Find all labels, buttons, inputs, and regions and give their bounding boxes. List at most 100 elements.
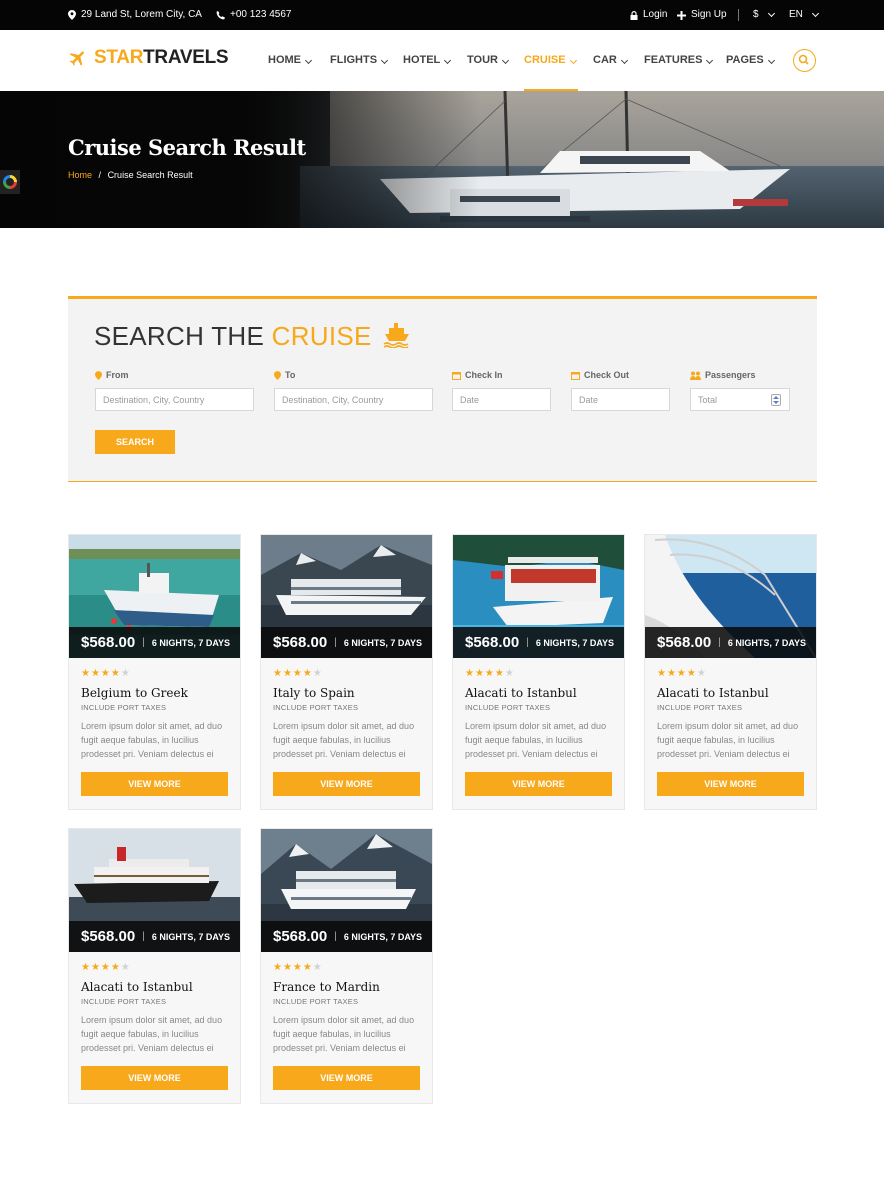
cruise-description: Lorem ipsum dolor sit amet, ad duo fugit… [465,721,607,759]
passengers-label: Passengers [690,370,756,380]
to-label: To [274,370,295,380]
cruise-title[interactable]: Alacati to Istanbul [657,686,769,700]
cruise-title[interactable]: Alacati to Istanbul [81,980,193,994]
duration: 6 NIGHTS, 7 DAYS [343,637,423,648]
price-bar: $568.00 | 6 NIGHTS, 7 DAYS [69,921,240,952]
breadcrumb-home[interactable]: Home [68,170,92,180]
nav-label: FLIGHTS [330,54,378,66]
view-more-button[interactable]: VIEW MORE [81,1066,228,1090]
language-dropdown[interactable]: EN [789,0,819,30]
from-label-text: From [106,370,129,380]
breadcrumb: Home / Cruise Search Result [68,170,193,180]
chevron-down-icon [767,9,775,18]
checkout-input[interactable] [571,388,670,411]
search-title-part2: CRUISE [271,321,372,351]
signup-link[interactable]: Sign Up [677,0,727,30]
map-pin-icon [274,370,281,380]
price-bar: $568.00 | 6 NIGHTS, 7 DAYS [645,627,816,658]
cruise-title[interactable]: Alacati to Istanbul [465,686,577,700]
to-input[interactable] [274,388,433,411]
price: $568.00 [81,928,136,945]
airplane-icon [69,51,84,66]
duration: 6 NIGHTS, 7 DAYS [151,931,231,942]
star-rating: ★★★★★ [657,668,707,679]
checkin-input[interactable] [452,388,551,411]
brand-logo[interactable]: STARTRAVELS [68,47,229,69]
nav-features[interactable]: FEATURES [644,30,714,91]
nav-label: CAR [593,54,617,66]
nav-home[interactable]: HOME [268,30,313,91]
cruise-description: Lorem ipsum dolor sit amet, ad duo fugit… [273,1015,415,1053]
duration: 6 NIGHTS, 7 DAYS [535,637,615,648]
signup-label: Sign Up [691,9,727,20]
star-filled-icon: ★★★★ [465,668,505,679]
price: $568.00 [273,634,328,651]
chevron-down-icon [811,9,819,18]
duration: 6 NIGHTS, 7 DAYS [727,637,807,648]
cruise-title[interactable]: Belgium to Greek [81,686,188,700]
search-button[interactable]: SEARCH [95,430,175,454]
lock-icon [630,10,638,20]
price-divider: | [142,637,145,648]
view-more-button[interactable]: VIEW MORE [273,1066,420,1090]
language-label: EN [789,9,803,20]
cruise-card: $568.00 | 6 NIGHTS, 7 DAYS ★★★★★ Alacati… [452,534,625,810]
cruise-title[interactable]: France to Mardin [273,980,380,994]
price-divider: | [334,637,337,648]
nav-label: HOME [268,54,301,66]
chevron-down-icon [381,56,389,65]
calendar-icon [571,371,580,380]
view-more-button[interactable]: VIEW MORE [273,772,420,796]
header-search-button[interactable] [793,49,816,72]
duration: 6 NIGHTS, 7 DAYS [343,931,423,942]
nav-label: FEATURES [644,54,703,66]
map-pin-icon [68,10,76,20]
price: $568.00 [273,928,328,945]
chevron-down-icon [501,56,510,65]
chevron-down-icon [444,56,452,65]
nav-cruise[interactable]: CRUISE [524,30,578,91]
checkout-label-text: Check Out [584,370,630,380]
breadcrumb-current: Cruise Search Result [107,170,193,180]
nav-car[interactable]: CAR [593,30,628,91]
star-empty-icon: ★ [120,962,131,973]
nav-flights[interactable]: FLIGHTS [330,30,389,91]
passengers-stepper[interactable] [771,394,781,406]
brand-name: STARTRAVELS [94,47,229,69]
price-divider: | [526,637,529,648]
star-filled-icon: ★★★★ [81,668,121,679]
currency-dropdown[interactable]: $ [753,0,775,30]
color-switcher-toggle[interactable] [0,170,20,194]
view-more-button[interactable]: VIEW MORE [657,772,804,796]
nav-label: HOTEL [403,54,441,66]
price-divider: | [718,637,721,648]
top-bar: 29 Land St, Lorem City, CA +00 123 4567 … [0,0,884,30]
price-divider: | [142,931,145,942]
map-pin-icon [95,370,102,380]
cruise-description: Lorem ipsum dolor sit amet, ad duo fugit… [273,721,415,759]
view-more-button[interactable]: VIEW MORE [81,772,228,796]
nav-pages[interactable]: PAGES [726,30,775,91]
cruise-title[interactable]: Italy to Spain [273,686,355,700]
star-filled-icon: ★★★★ [273,668,313,679]
cruise-subtitle: INCLUDE PORT TAXES [465,703,551,712]
nav-label: PAGES [726,54,764,66]
cruise-subtitle: INCLUDE PORT TAXES [81,703,167,712]
nav-hotel[interactable]: HOTEL [403,30,452,91]
star-filled-icon: ★★★★ [657,668,697,679]
users-icon [690,371,701,380]
phone-item[interactable]: +00 123 4567 [216,0,291,30]
nav-label: TOUR [467,54,498,66]
cruise-card: $568.00 | 6 NIGHTS, 7 DAYS ★★★★★ France … [260,828,433,1104]
price: $568.00 [465,634,520,651]
nav-tour[interactable]: TOUR [467,30,510,91]
from-input[interactable] [95,388,254,411]
plus-icon [677,10,686,20]
view-more-button[interactable]: VIEW MORE [465,772,612,796]
star-filled-icon: ★★★★ [273,962,313,973]
checkin-label: Check In [452,370,503,380]
star-rating: ★★★★★ [465,668,515,679]
chevron-down-icon [620,56,628,65]
login-link[interactable]: Login [630,0,667,30]
brand-part1: STAR [94,47,144,68]
